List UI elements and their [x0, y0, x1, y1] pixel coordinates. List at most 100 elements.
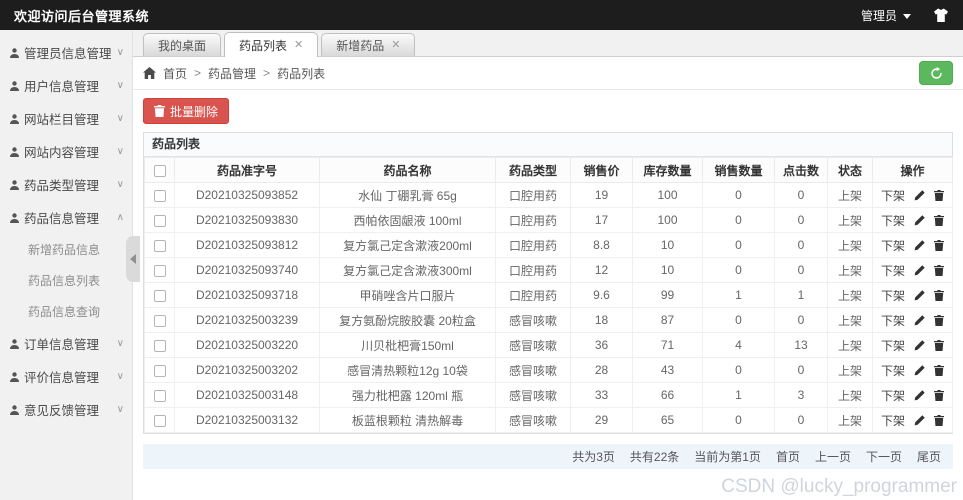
trash-icon[interactable] [934, 415, 944, 426]
off-shelf-link[interactable]: 下架 [881, 262, 905, 279]
col-header-price: 销售价 [571, 158, 633, 183]
cell-sales: 0 [703, 308, 775, 333]
breadcrumb-drug-list[interactable]: 药品列表 [277, 65, 325, 82]
sidebar-item-drug-type[interactable]: 药品类型管理 [0, 168, 132, 201]
table-row: D20210325003148 强力枇杷露 120ml 瓶 感冒咳嗽 33 66… [145, 383, 953, 408]
sidebar-item-admin-info[interactable]: 管理员信息管理 [0, 36, 132, 69]
trash-icon[interactable] [934, 315, 944, 326]
off-shelf-link[interactable]: 下架 [881, 187, 905, 204]
user-icon [10, 180, 19, 190]
off-shelf-link[interactable]: 下架 [881, 387, 905, 404]
refresh-button[interactable] [919, 61, 953, 85]
col-header-actions: 操作 [873, 158, 953, 183]
tab-drug-list[interactable]: 药品列表 [224, 32, 318, 57]
off-shelf-link[interactable]: 下架 [881, 362, 905, 379]
row-checkbox[interactable] [154, 290, 166, 302]
trash-icon[interactable] [934, 290, 944, 301]
pagination-first[interactable]: 首页 [776, 448, 800, 465]
row-checkbox[interactable] [154, 215, 166, 227]
cell-price: 36 [571, 333, 633, 358]
edit-icon[interactable] [914, 315, 925, 326]
pagination-last[interactable]: 尾页 [917, 448, 941, 465]
edit-icon[interactable] [914, 190, 925, 201]
cell-status: 上架 [828, 308, 873, 333]
edit-icon[interactable] [914, 365, 925, 376]
edit-icon[interactable] [914, 340, 925, 351]
cell-price: 28 [571, 358, 633, 383]
sidebar-subitem-drug-query[interactable]: 药品信息查询 [0, 296, 132, 327]
off-shelf-link[interactable]: 下架 [881, 212, 905, 229]
cell-approval-no: D20210325003239 [175, 308, 320, 333]
row-checkbox[interactable] [154, 240, 166, 252]
cell-sales: 1 [703, 283, 775, 308]
sidebar-item-feedback[interactable]: 意见反馈管理 [0, 393, 132, 426]
sidebar-item-label: 意见反馈管理 [24, 400, 99, 419]
cell-stock: 10 [633, 258, 703, 283]
close-icon[interactable] [391, 40, 400, 51]
trash-icon[interactable] [934, 190, 944, 201]
cell-approval-no: D20210325093830 [175, 208, 320, 233]
off-shelf-link[interactable]: 下架 [881, 237, 905, 254]
select-all-checkbox[interactable] [154, 165, 166, 177]
sidebar-item-site-content[interactable]: 网站内容管理 [0, 135, 132, 168]
chevron-up-icon [117, 213, 124, 223]
row-checkbox[interactable] [154, 365, 166, 377]
table-row: D20210325003220 川贝枇杷膏150ml 感冒咳嗽 36 71 4 … [145, 333, 953, 358]
cell-clicks: 0 [775, 258, 828, 283]
cell-clicks: 0 [775, 208, 828, 233]
off-shelf-link[interactable]: 下架 [881, 287, 905, 304]
pagination-prev[interactable]: 上一页 [815, 448, 851, 465]
cell-approval-no: D20210325003148 [175, 383, 320, 408]
batch-delete-button[interactable]: 批量删除 [143, 98, 229, 124]
cell-clicks: 3 [775, 383, 828, 408]
trash-icon[interactable] [934, 365, 944, 376]
edit-icon[interactable] [914, 290, 925, 301]
off-shelf-link[interactable]: 下架 [881, 412, 905, 429]
cell-sales: 1 [703, 383, 775, 408]
trash-icon[interactable] [934, 390, 944, 401]
off-shelf-link[interactable]: 下架 [881, 312, 905, 329]
trash-icon[interactable] [934, 240, 944, 251]
edit-icon[interactable] [914, 390, 925, 401]
user-menu[interactable]: 管理员 [861, 7, 911, 24]
user-icon [10, 372, 19, 382]
sidebar-item-user-info[interactable]: 用户信息管理 [0, 69, 132, 102]
trash-icon[interactable] [934, 215, 944, 226]
breadcrumb-separator [263, 66, 270, 80]
row-checkbox[interactable] [154, 190, 166, 202]
sidebar-subitem-drug-list[interactable]: 药品信息列表 [0, 265, 132, 296]
cell-clicks: 0 [775, 308, 828, 333]
row-checkbox[interactable] [154, 390, 166, 402]
row-checkbox[interactable] [154, 315, 166, 327]
edit-icon[interactable] [914, 240, 925, 251]
shirt-icon[interactable] [933, 8, 949, 23]
sidebar-item-site-column[interactable]: 网站栏目管理 [0, 102, 132, 135]
trash-icon[interactable] [934, 265, 944, 276]
edit-icon[interactable] [914, 415, 925, 426]
breadcrumb-drug-mgmt[interactable]: 药品管理 [208, 65, 256, 82]
row-checkbox[interactable] [154, 415, 166, 427]
sidebar-collapse-handle[interactable] [126, 236, 140, 282]
cell-stock: 71 [633, 333, 703, 358]
sidebar-subitem-add-drug[interactable]: 新增药品信息 [0, 234, 132, 265]
chevron-left-icon [130, 254, 136, 264]
row-checkbox[interactable] [154, 265, 166, 277]
tab-add-drug[interactable]: 新增药品 [321, 33, 415, 56]
edit-icon[interactable] [914, 265, 925, 276]
sidebar-item-drug-info[interactable]: 药品信息管理 [0, 201, 132, 234]
tab-my-desktop[interactable]: 我的桌面 [143, 33, 221, 56]
breadcrumb-home[interactable]: 首页 [163, 65, 187, 82]
close-icon[interactable] [294, 40, 303, 51]
pagination-next[interactable]: 下一页 [866, 448, 902, 465]
cell-type: 感冒咳嗽 [496, 358, 571, 383]
table-row: D20210325093740 复方氯己定含漱液300ml 口腔用药 12 10… [145, 258, 953, 283]
cell-status: 上架 [828, 183, 873, 208]
edit-icon[interactable] [914, 215, 925, 226]
sidebar-item-label: 订单信息管理 [24, 334, 99, 353]
off-shelf-link[interactable]: 下架 [881, 337, 905, 354]
row-checkbox[interactable] [154, 340, 166, 352]
cell-stock: 100 [633, 208, 703, 233]
sidebar-item-review-info[interactable]: 评价信息管理 [0, 360, 132, 393]
sidebar-item-order-info[interactable]: 订单信息管理 [0, 327, 132, 360]
trash-icon[interactable] [934, 340, 944, 351]
